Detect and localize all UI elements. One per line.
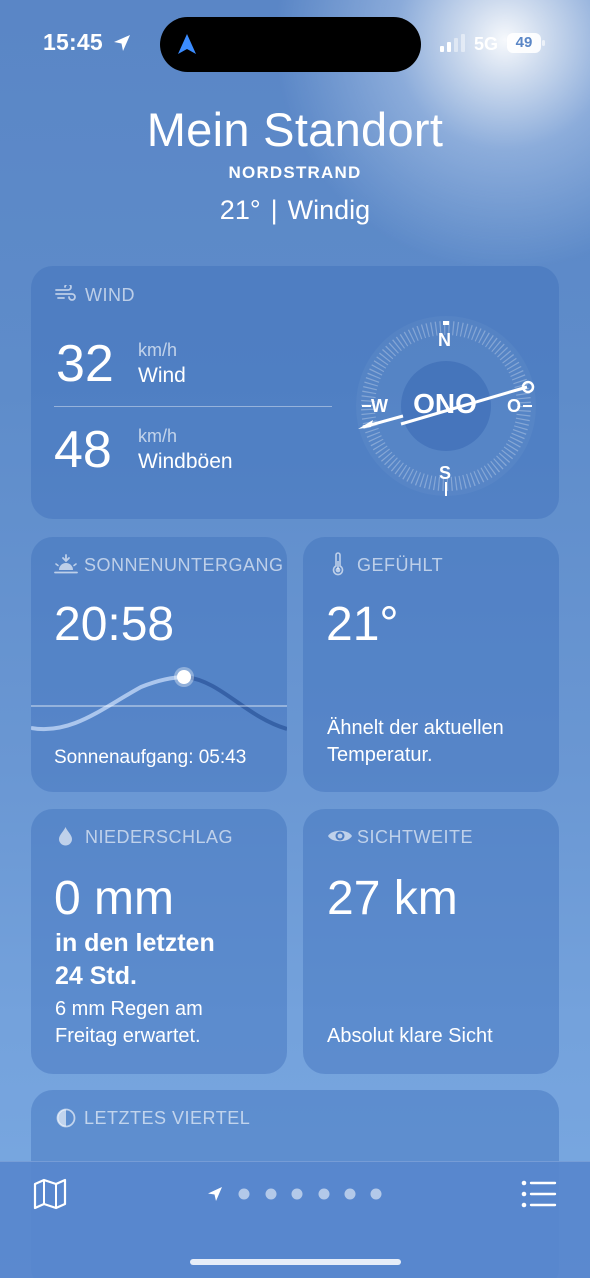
navigation-arrow-icon (178, 34, 196, 54)
visibility-card[interactable]: SICHTWEITE 27 km Absolut klare Sicht (303, 809, 559, 1074)
status-time: 15:45 (43, 29, 103, 55)
battery-level: 49 (515, 34, 533, 51)
network-type: 5G (474, 34, 499, 54)
wind-card[interactable]: WIND 32 km/h Wind 48 km/h Windböen N S W… (31, 266, 559, 519)
moon-label: LETZTES VIERTEL (84, 1108, 251, 1128)
wind-compass: N S W O ONO (349, 314, 549, 514)
precipitation-forecast-2: Freitag erwartet. (55, 1025, 201, 1047)
page-indicator[interactable] (205, 1184, 395, 1204)
divider (54, 406, 332, 407)
current-conditions: 21° | Windig (0, 195, 590, 226)
moon-half-icon (56, 1108, 76, 1128)
raindrop-icon (59, 827, 72, 846)
wind-gust-label: Windböen (138, 450, 233, 473)
location-title: Mein Standort (146, 103, 444, 156)
wind-label: WIND (85, 285, 135, 305)
wind-gust-unit: km/h (138, 426, 178, 446)
home-indicator[interactable] (190, 1259, 401, 1265)
feels-like-value: 21° (326, 598, 399, 651)
wind-speed-unit: km/h (138, 340, 178, 360)
visibility-value: 27 km (327, 872, 458, 925)
compass-north: N (438, 330, 451, 350)
sunset-icon (54, 554, 78, 574)
visibility-label: SICHTWEITE (357, 827, 473, 847)
feels-like-desc-2: Temperatur. (327, 744, 433, 766)
map-icon[interactable] (33, 1178, 67, 1210)
battery-icon: 49 (507, 33, 545, 53)
sunset-time: 20:58 (54, 598, 175, 651)
separator: | (270, 195, 278, 225)
location-arrow-icon (114, 35, 130, 51)
wind-speed: 32 (56, 335, 114, 393)
sun-path-graph (31, 667, 287, 732)
feels-like-desc-1: Ähnelt der aktuellen (327, 717, 504, 739)
wind-icon (55, 285, 76, 301)
precipitation-card[interactable]: NIEDERSCHLAG 0 mm in den letzten 24 Std.… (31, 809, 287, 1074)
compass-east: O (507, 396, 522, 416)
precipitation-label: NIEDERSCHLAG (85, 827, 234, 847)
signal-icon (440, 34, 465, 52)
sunrise-text: Sonnenaufgang: 05:43 (54, 747, 247, 768)
thermometer-icon (332, 552, 344, 576)
precipitation-forecast-1: 6 mm Regen am (55, 998, 203, 1020)
current-temp: 21° (219, 195, 261, 225)
wind-speed-label: Wind (138, 364, 186, 387)
condition-text: Windig (287, 195, 371, 225)
sunset-card[interactable]: SONNENUNTERGANG 20:58 Sonnenaufgang: 05:… (31, 537, 287, 792)
compass-west: W (371, 396, 388, 416)
compass-south: S (439, 463, 452, 483)
sunset-label: SONNENUNTERGANG (84, 555, 284, 575)
precipitation-period-2: 24 Std. (55, 962, 137, 990)
list-icon[interactable] (521, 1180, 557, 1208)
eye-icon (328, 830, 352, 842)
feels-like-card[interactable]: GEFÜHLT 21° Ähnelt der aktuellen Tempera… (303, 537, 559, 792)
precipitation-period-1: in den letzten (55, 929, 215, 957)
feels-like-label: GEFÜHLT (357, 555, 444, 575)
precipitation-value: 0 mm (54, 872, 174, 925)
visibility-desc: Absolut klare Sicht (327, 1025, 493, 1047)
dynamic-island (160, 17, 421, 72)
location-subtitle: NORDSTRAND (228, 163, 362, 182)
wind-gust: 48 (54, 421, 112, 479)
wind-direction: ONO (413, 388, 477, 419)
